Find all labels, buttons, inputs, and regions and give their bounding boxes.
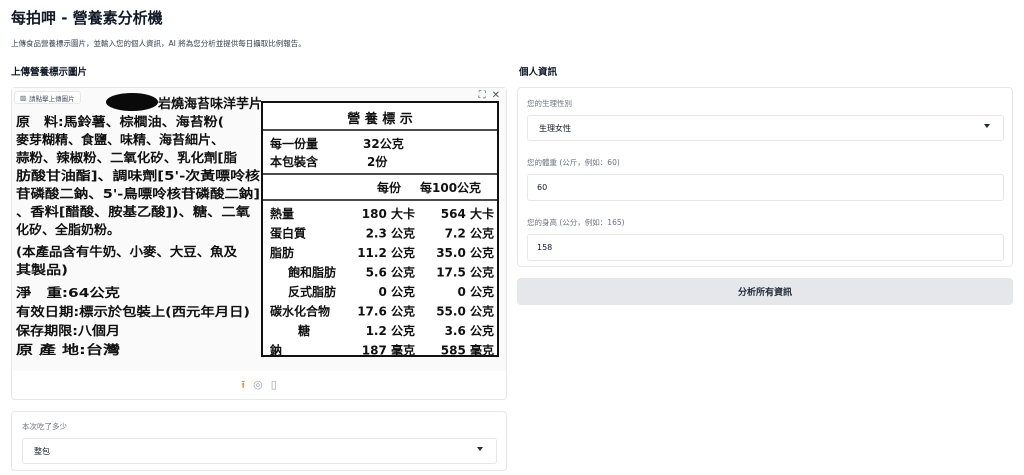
portion-selected-value: 整包 <box>34 446 50 456</box>
nutrient-per-serving: 0 公克 <box>378 284 415 299</box>
nutrient-per-serving: 11.2 公克 <box>357 245 415 260</box>
nutrient-per-100g: 7.2 公克 <box>445 226 494 241</box>
height-label: 您的身高 (公分，例如：165) <box>527 218 625 227</box>
upload-section-label: 上傳營養標示圖片 <box>11 67 88 78</box>
close-icon[interactable]: ✕ <box>492 90 500 101</box>
upload-chip-label: 請點擊上傳圖片 <box>29 94 75 103</box>
nutrient-name: 熱量 <box>270 206 294 221</box>
nutrient-name: 飽和脂肪 <box>287 265 336 280</box>
sex-select[interactable]: 生理女性 <box>527 115 1004 141</box>
sex-label: 您的生理性別 <box>527 99 572 108</box>
personal-info-panel: 您的生理性別 生理女性 您的體重 (公斤，例如：60) 60 您的身高 (公分，… <box>517 87 1013 267</box>
sex-selected-value: 生理女性 <box>539 123 571 133</box>
ingredient-line: 麥芽糊精、食鹽、味精、海苔細片、 <box>15 132 224 147</box>
page-title: 每拍呷 - 營養素分析機 <box>11 9 163 27</box>
nutrient-per-100g: 3.6 公克 <box>445 323 494 338</box>
weight-input[interactable]: 60 <box>527 174 1004 201</box>
ingredient-line: 肪酸甘油酯]、調味劑[5'-次黃嘌呤核 <box>16 168 261 183</box>
nutrient-name: 鈉 <box>270 343 282 358</box>
nutrient-per-serving: 187 毫克 <box>362 343 415 358</box>
serving-size-value: 32公克 <box>363 136 404 151</box>
image-source-toolbar: ⭱ ◎ ▯ <box>12 369 506 399</box>
nutrient-per-serving: 2.3 公克 <box>366 226 415 241</box>
ingredient-line: 其製品) <box>16 262 68 277</box>
nutrient-name: 脂肪 <box>269 245 294 260</box>
portion-label: 本次吃了多少 <box>22 422 67 431</box>
serving-size-label: 每一份量 <box>270 136 318 151</box>
upload-image-chip[interactable]: ▨ 請點擊上傳圖片 <box>14 91 81 104</box>
nutrient-name: 糖 <box>298 323 310 338</box>
nutrient-per-serving: 5.6 公克 <box>366 265 415 280</box>
ingredient-line: 、香料[醋酸、胺基乙酸])、糖、二氧 <box>16 204 251 219</box>
ingredient-line: (本產品含有牛奶、小麥、大豆、魚及 <box>16 244 238 259</box>
expand-icon[interactable]: ⛶ <box>479 90 486 101</box>
upload-icon[interactable]: ⭱ <box>241 379 245 390</box>
ingredient-line: 原 產 地:台灣 <box>16 342 121 357</box>
image-icon: ▨ <box>20 93 27 102</box>
nutrient-per-100g: 55.0 公克 <box>436 304 494 319</box>
nutrient-name: 蛋白質 <box>270 226 306 241</box>
ingredient-line: 原 料:馬鈴薯、棕櫚油、海苔粉( <box>16 114 224 129</box>
servings-value: 2份 <box>367 154 388 169</box>
ingredient-line: 蒜粉、辣椒粉、二氧化矽、乳化劑[脂 <box>16 150 238 165</box>
nutrition-label-photo: 岩燒海苔味洋芋片 原 料:馬鈴薯、棕櫚油、海苔粉( 麥芽糊精、食鹽、味精、海苔細片… <box>12 88 506 371</box>
analyze-button[interactable]: 分析所有資訊 <box>517 278 1013 305</box>
portion-select[interactable]: 整包 <box>22 438 497 464</box>
redaction-mark <box>106 93 158 111</box>
ingredient-line: 有效日期:標示於包裝上(西元年月日) <box>16 304 250 319</box>
col-per-serving: 每份 <box>377 180 402 195</box>
chevron-down-icon <box>984 124 990 128</box>
nutrient-name: 碳水化合物 <box>270 304 330 319</box>
nutrition-title: 營 養 標 示 <box>347 111 413 127</box>
nutrient-per-serving: 17.6 公克 <box>357 304 415 319</box>
nutrition-facts-box: 營 養 標 示 每一份量 32公克 本包裝含 2份 每份 每100公克 熱量 18… <box>261 101 499 358</box>
image-preview[interactable]: 岩燒海苔味洋芋片 原 料:馬鈴薯、棕櫚油、海苔粉( 麥芽糊精、食鹽、味精、海苔細片… <box>12 88 506 371</box>
ingredient-line: 化矽、全脂奶粉。 <box>16 222 120 237</box>
image-upload-panel[interactable]: 岩燒海苔味洋芋片 原 料:馬鈴薯、棕櫚油、海苔粉( 麥芽糊精、食鹽、味精、海苔細片… <box>11 87 507 400</box>
nutrient-name: 反式脂肪 <box>288 284 336 299</box>
camera-icon[interactable]: ◎ <box>253 379 263 390</box>
chevron-down-icon <box>477 447 483 451</box>
weight-label: 您的體重 (公斤，例如：60) <box>527 158 620 167</box>
nutrient-per-100g: 564 大卡 <box>441 206 494 221</box>
nutrient-per-serving: 1.2 公克 <box>366 323 415 338</box>
nutrient-per-100g: 35.0 公克 <box>436 245 494 260</box>
page-description: 上傳食品營養標示圖片，並輸入您的個人資訊，AI 將為您分析並提供每日攝取比例報告… <box>11 39 306 48</box>
product-name: 岩燒海苔味洋芋片 <box>157 96 262 112</box>
portion-panel: 本次吃了多少 整包 <box>11 411 507 471</box>
ingredient-line: 苷磷酸二鈉、5'-鳥嘌呤核苷磷酸二鈉] <box>16 186 260 201</box>
nutrient-per-serving: 180 大卡 <box>362 206 415 221</box>
nutrient-per-100g: 17.5 公克 <box>436 265 494 280</box>
ingredient-line: 保存期限:八個月 <box>15 323 120 338</box>
clipboard-icon[interactable]: ▯ <box>271 379 277 390</box>
col-per-100g: 每100公克 <box>420 180 481 195</box>
nutrient-per-100g: 585 毫克 <box>441 343 494 358</box>
height-input[interactable]: 158 <box>527 234 1004 261</box>
ingredient-line: 淨 重:64公克 <box>16 285 121 300</box>
servings-label: 本包裝含 <box>270 154 319 169</box>
personal-section-label: 個人資訊 <box>519 67 558 78</box>
nutrient-per-100g: 0 公克 <box>457 284 494 299</box>
